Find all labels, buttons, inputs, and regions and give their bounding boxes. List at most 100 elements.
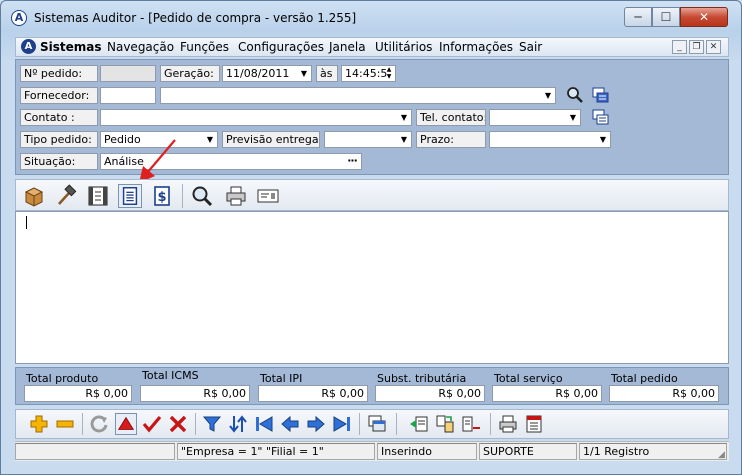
tax-substitution-value: R$ 0,00 <box>375 385 485 402</box>
mdi-restore-button[interactable]: ❐ <box>689 40 704 54</box>
mdi-minimize-button[interactable]: _ <box>672 40 687 54</box>
first-record-icon[interactable] <box>253 413 275 435</box>
resize-grip-icon[interactable]: ◢ <box>718 450 728 460</box>
delivery-forecast-field[interactable]: ▼ <box>324 131 412 148</box>
menu-navegacao[interactable]: Navegação <box>107 40 174 54</box>
totals-panel: Total produto R$ 0,00 Total ICMS R$ 0,00… <box>15 367 729 405</box>
calendar-report-icon[interactable] <box>523 413 545 435</box>
generation-time-field[interactable]: 14:45:5 ▲ ▼ <box>341 65 396 82</box>
edit-triangle-icon[interactable] <box>115 413 137 435</box>
menu-logo-icon[interactable]: A <box>21 39 36 54</box>
contact-label: Contato : <box>20 109 98 126</box>
total-service-value: R$ 0,00 <box>492 385 602 402</box>
sort-icon[interactable] <box>227 413 249 435</box>
total-icms-value: R$ 0,00 <box>140 385 250 402</box>
filter-icon[interactable] <box>201 413 223 435</box>
print-icon[interactable] <box>497 413 519 435</box>
status-label: Situação: <box>20 153 98 170</box>
mdi-close-button[interactable]: ✕ <box>706 40 721 54</box>
dollar-document-icon[interactable]: $ <box>150 184 174 208</box>
menu-funcoes[interactable]: Funções <box>180 40 229 54</box>
supplier-name-field[interactable]: ▼ <box>160 87 556 104</box>
phone-list-icon[interactable] <box>592 108 610 126</box>
total-order-label: Total pedido <box>611 372 678 385</box>
menu-sair[interactable]: Sair <box>519 40 542 54</box>
last-record-icon[interactable] <box>331 413 353 435</box>
zoom-icon[interactable] <box>190 184 214 208</box>
contact-field[interactable]: ▼ <box>100 109 412 126</box>
chevron-down-icon[interactable]: ▼ <box>398 133 410 146</box>
order-type-label: Tipo pedido: <box>20 131 98 148</box>
toolbar-separator <box>490 413 491 435</box>
confirm-check-icon[interactable] <box>141 413 163 435</box>
status-records: 1/1 Registro <box>579 443 727 460</box>
app-window: A Sistemas Auditor - [Pedido de compra -… <box>0 0 742 475</box>
contact-phone-field[interactable]: ▼ <box>489 109 581 126</box>
chevron-down-icon[interactable]: ▼ <box>542 89 554 102</box>
menu-utilitarios[interactable]: Utilitários <box>375 40 432 54</box>
status-mode: Inserindo <box>377 443 477 460</box>
contact-phone-label: Tel. contato: <box>416 109 486 126</box>
toolbar-separator <box>195 413 196 435</box>
generation-date-value: 11/08/2011 <box>226 67 290 80</box>
notes-document-icon[interactable] <box>118 184 142 208</box>
chevron-down-icon[interactable]: ▼ <box>567 111 579 124</box>
generation-date-field[interactable]: 11/08/2011 ▼ <box>222 65 312 82</box>
close-button[interactable]: ✕ <box>680 7 728 27</box>
transfer-icon[interactable] <box>434 413 456 435</box>
title-bar[interactable]: A Sistemas Auditor - [Pedido de compra -… <box>1 1 741 35</box>
total-ipi-value: R$ 0,00 <box>258 385 368 402</box>
ellipsis-icon[interactable]: ··· <box>345 154 359 168</box>
menu-informacoes[interactable]: Informações <box>439 40 513 54</box>
previous-record-icon[interactable] <box>279 413 301 435</box>
toolbar-separator <box>182 184 183 208</box>
window-title: Sistemas Auditor - [Pedido de compra - v… <box>34 11 357 25</box>
generation-label: Geração: <box>160 65 220 82</box>
menu-sistemas[interactable]: Sistemas <box>40 40 102 54</box>
import-icon[interactable] <box>408 413 430 435</box>
record-list-icon[interactable] <box>592 86 610 104</box>
list-delete-icon[interactable] <box>460 413 482 435</box>
total-product-label: Total produto <box>26 372 99 385</box>
hammer-icon[interactable] <box>54 184 78 208</box>
text-caret <box>26 216 27 229</box>
notes-editor[interactable] <box>15 211 729 364</box>
film-document-icon[interactable] <box>86 184 110 208</box>
tax-substitution-label: Subst. tributária <box>377 372 467 385</box>
time-at-label: às <box>316 65 338 82</box>
card-icon[interactable] <box>256 184 280 208</box>
total-product-value: R$ 0,00 <box>24 385 132 402</box>
remove-icon[interactable] <box>54 413 76 435</box>
minimize-button[interactable]: ─ <box>624 7 652 27</box>
add-icon[interactable] <box>28 413 50 435</box>
total-ipi-label: Total IPI <box>260 372 303 385</box>
maximize-button[interactable]: ☐ <box>652 7 680 27</box>
order-number-label: Nº pedido: <box>20 65 98 82</box>
app-logo-icon[interactable]: A <box>11 10 27 26</box>
payment-term-select[interactable]: ▼ <box>489 131 611 148</box>
menu-bar: A Sistemas Navegação Funções Configuraçõ… <box>15 37 729 57</box>
generation-time-value: 14:45:5 <box>345 67 388 80</box>
cancel-x-icon[interactable] <box>167 413 189 435</box>
next-record-icon[interactable] <box>305 413 327 435</box>
chevron-down-icon[interactable]: ▼ <box>597 133 609 146</box>
toolbar-separator <box>82 413 83 435</box>
time-spinner-icon[interactable]: ▲ ▼ <box>384 66 394 81</box>
search-icon[interactable] <box>566 86 584 104</box>
navigation-toolbar <box>15 409 729 439</box>
package-icon[interactable] <box>22 184 46 208</box>
menu-configuracoes[interactable]: Configurações <box>238 40 324 54</box>
status-user: SUPORTE <box>479 443 577 460</box>
chevron-down-icon[interactable]: ▼ <box>204 133 216 146</box>
order-form-panel: Nº pedido: Geração: 11/08/2011 ▼ às 14:4… <box>15 59 729 175</box>
menu-janela[interactable]: Janela <box>329 40 366 54</box>
svg-text:$: $ <box>157 190 166 205</box>
chevron-down-icon[interactable]: ▼ <box>298 67 310 80</box>
supplier-code-field[interactable] <box>100 87 156 104</box>
chevron-down-icon[interactable]: ▼ <box>398 111 410 124</box>
refresh-icon[interactable] <box>88 413 110 435</box>
windows-icon[interactable] <box>366 413 388 435</box>
order-number-field[interactable] <box>100 65 156 82</box>
printer-icon[interactable] <box>224 184 248 208</box>
total-service-label: Total serviço <box>494 372 563 385</box>
